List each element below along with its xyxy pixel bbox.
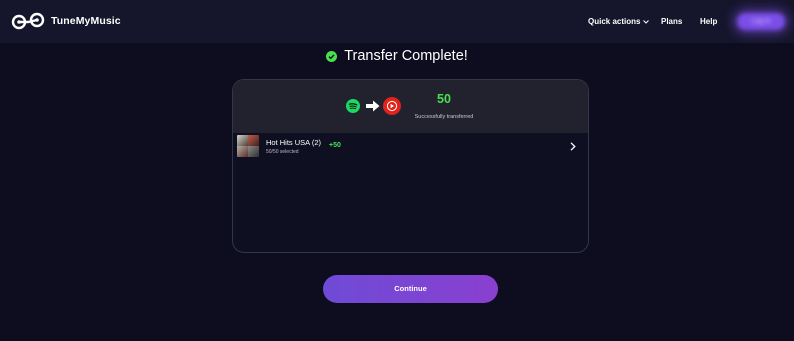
youtube-music-icon [383, 97, 401, 115]
transfer-status-heading: Transfer Complete! [0, 46, 794, 66]
nav-help[interactable]: Help [700, 17, 717, 26]
signin-button[interactable]: Log in [737, 13, 785, 30]
nav-quick-actions-label: Quick actions [588, 17, 641, 26]
arrow-right-icon [366, 100, 380, 112]
brand-logo[interactable]: TuneMyMusic [11, 11, 121, 31]
check-circle-icon [326, 50, 338, 62]
playlist-cover-image [237, 135, 259, 157]
transfer-summary-card: 50 Successfully transferred Hot Hits USA… [232, 79, 589, 253]
playlist-row[interactable]: Hot Hits USA (2) 50/50 selected +50 [233, 133, 588, 160]
playlist-added-count: +50 [329, 142, 341, 149]
brand-name: TuneMyMusic [51, 15, 121, 27]
spotify-icon [346, 99, 360, 113]
nav-quick-actions[interactable]: Quick actions [588, 17, 650, 26]
playlist-name: Hot Hits USA (2) [266, 138, 322, 147]
transfer-summary-header: 50 Successfully transferred [233, 80, 588, 133]
transferred-count-label: Successfully transferred [414, 114, 474, 120]
chevron-right-icon[interactable] [570, 142, 576, 151]
tunemymusic-logo-icon [11, 12, 45, 30]
top-nav-bar: TuneMyMusic Quick actions Plans Help Log… [0, 0, 794, 43]
transferred-count: 50 [437, 92, 451, 106]
page-title: Transfer Complete! [344, 48, 468, 64]
playlist-selected-count: 50/50 selected [266, 148, 299, 155]
continue-button[interactable]: Continue [323, 275, 498, 303]
nav-plans[interactable]: Plans [661, 17, 682, 26]
chevron-down-icon [643, 19, 650, 24]
